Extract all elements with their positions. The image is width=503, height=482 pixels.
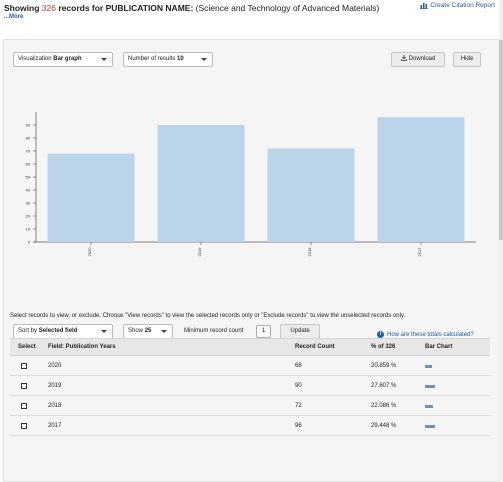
chevron-down-icon — [201, 58, 207, 61]
results-table: Select Field: Publication Years Record C… — [10, 338, 490, 436]
row-mini-bar — [425, 425, 435, 428]
record-count-header: Record Count — [295, 344, 335, 350]
row-checkbox[interactable] — [21, 403, 27, 409]
minimum-record-count-input[interactable]: 1 — [256, 325, 271, 338]
download-icon — [400, 55, 407, 61]
select-header: Select — [18, 344, 36, 350]
visualization-value: Bar graph — [53, 56, 82, 62]
scrollbar-thumb[interactable] — [499, 40, 503, 240]
count-cell: 72 — [295, 403, 302, 409]
info-icon: i — [377, 331, 384, 338]
x-tick-label: 2017 — [417, 247, 422, 257]
sort-by-select[interactable]: Sort by Selected field — [13, 324, 113, 339]
show-count-select[interactable]: Show 25 — [123, 324, 173, 339]
y-tick-label: 50 — [26, 175, 31, 180]
row-checkbox[interactable] — [21, 423, 27, 429]
field-name: PUBLICATION NAME: — [105, 3, 194, 13]
more-link[interactable]: ...More — [4, 14, 499, 20]
hide-button[interactable]: Hide — [453, 52, 481, 67]
query-text: (Science and Technology of Advanced Mate… — [195, 3, 380, 13]
table-body: 2020 68 20.859 % 2019 90 27.607 % 2018 72 22.086… — [10, 356, 490, 436]
y-tick-label: 60 — [26, 162, 31, 167]
table-row[interactable]: 2018 72 22.086 % — [10, 396, 490, 416]
bar-chart-header: Bar Chart — [425, 344, 453, 350]
citation-report-label: Create Citation Report — [430, 2, 495, 9]
count-cell: 90 — [295, 383, 302, 389]
percent-cell: 27.607 % — [371, 383, 397, 389]
year-cell: 2017 — [48, 423, 62, 429]
bar-chart: 0 10 20 30 40 50 60 70 80 90 2020 2019 2018 2017 — [14, 110, 494, 310]
year-cell: 2019 — [48, 383, 62, 389]
table-row[interactable]: 2017 96 29.448 % — [10, 416, 490, 436]
bar — [157, 125, 245, 242]
chevron-down-icon — [101, 58, 107, 61]
table-row[interactable]: 2020 68 20.859 % — [10, 356, 490, 376]
y-tick-label: 90 — [26, 123, 31, 128]
update-button[interactable]: Update — [280, 324, 320, 339]
sort-value: Selected field — [38, 328, 78, 334]
count-cell: 96 — [295, 423, 302, 429]
visualization-label: Visualization — [18, 56, 52, 62]
y-tick-label: 10 — [26, 227, 31, 232]
show-value: 25 — [144, 328, 152, 334]
results-header: Showing 326 records for PUBLICATION NAME… — [4, 2, 499, 30]
download-label: Download — [408, 56, 436, 62]
instructions-text: Select records to view, or exclude. Choo… — [10, 313, 406, 319]
x-tick-label: 2019 — [197, 247, 202, 257]
help-label: How are these totals calculated? — [387, 331, 474, 338]
records-for-label: records for — [58, 3, 104, 13]
row-mini-bar — [425, 405, 433, 408]
y-tick-label: 0 — [28, 240, 31, 245]
y-tick-label: 70 — [26, 149, 31, 154]
totals-help-link[interactable]: i How are these totals calculated? — [377, 331, 474, 338]
row-checkbox[interactable] — [21, 383, 27, 389]
row-mini-bar — [425, 365, 432, 368]
sort-label: Sort by — [18, 328, 38, 334]
percent-cell: 22.086 % — [371, 403, 397, 409]
count-cell: 68 — [295, 363, 302, 369]
percent-cell: 20.859 % — [371, 363, 397, 369]
year-cell: 2018 — [48, 403, 62, 409]
showing-label: Showing — [4, 3, 40, 13]
percent-header: % of 326 — [371, 344, 396, 350]
field-header: Field: Publication Years — [48, 344, 116, 350]
bar — [47, 153, 135, 242]
results-value: 10 — [177, 56, 184, 62]
scrollbar[interactable] — [499, 0, 503, 482]
bar — [377, 117, 465, 242]
number-of-results-select[interactable]: Number of results 10 — [123, 52, 213, 67]
visualization-select[interactable]: Visualization Bar graph — [13, 52, 113, 67]
y-tick-label: 40 — [26, 188, 31, 193]
chevron-down-icon — [161, 330, 167, 333]
year-cell: 2020 — [48, 363, 62, 369]
x-tick-label: 2018 — [307, 247, 312, 257]
minimum-record-count-label: Minimum record count — [184, 328, 244, 334]
bar-chart-icon — [420, 3, 429, 9]
percent-cell: 29.448 % — [371, 423, 397, 429]
x-tick-label: 2020 — [87, 247, 92, 257]
bar-chart-svg: 0 10 20 30 40 50 60 70 80 90 2020 2019 2018 2017 — [26, 112, 476, 257]
chevron-down-icon — [101, 330, 107, 333]
bar — [267, 148, 355, 242]
table-header: Select Field: Publication Years Record C… — [10, 338, 490, 356]
y-tick-label: 20 — [26, 214, 31, 219]
download-button[interactable]: Download — [391, 52, 445, 67]
table-row[interactable]: 2019 90 27.607 % — [10, 376, 490, 396]
row-mini-bar — [425, 385, 435, 388]
row-checkbox[interactable] — [21, 363, 27, 369]
create-citation-report-link[interactable]: Create Citation Report — [420, 2, 495, 9]
record-count: 326 — [41, 3, 56, 13]
y-tick-label: 80 — [26, 136, 31, 141]
show-label: Show — [128, 328, 144, 334]
results-label: Number of results — [128, 56, 176, 62]
y-tick-label: 30 — [26, 201, 31, 206]
